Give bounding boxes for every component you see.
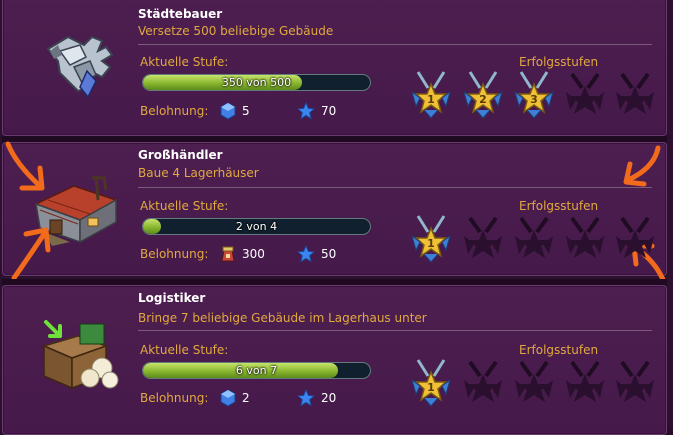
medal-earned-icon: 2 (460, 70, 506, 122)
medal-locked-icon (562, 70, 608, 122)
medal-earned-icon: 1 (408, 358, 454, 410)
medal-locked-icon (562, 358, 608, 410)
reward-gems-value: 5 (242, 104, 250, 118)
achievement-description: Baue 4 Lagerhäuser (138, 166, 259, 180)
achievements-list: Städtebauer Versetze 500 beliebige Gebäu… (0, 0, 673, 435)
current-level-label: Aktuelle Stufe: (140, 55, 229, 69)
annotation-arrow-icon (623, 145, 661, 187)
reward-points-value: 70 (321, 104, 337, 118)
svg-text:1: 1 (427, 237, 435, 250)
medal-locked-icon (612, 70, 658, 122)
reward-points-value: 50 (321, 247, 337, 261)
goods-sack-icon (221, 246, 235, 262)
progress-text: 6 von 7 (235, 364, 278, 377)
annotation-arrow-icon (5, 141, 45, 191)
medal-earned-icon: 1 (408, 214, 454, 266)
achievement-levels-label: Erfolgsstufen (519, 55, 599, 69)
current-level-label: Aktuelle Stufe: (140, 343, 229, 357)
svg-text:1: 1 (427, 93, 435, 106)
storage-crate-icon (41, 320, 119, 390)
divider (138, 44, 652, 45)
svg-text:1: 1 (427, 381, 435, 394)
svg-text:2: 2 (479, 93, 487, 106)
medal-locked-icon (511, 358, 557, 410)
reward-gems: 5 (220, 102, 250, 120)
reward-gems: 2 (220, 389, 250, 407)
progress-bar: 350 von 500 (142, 74, 371, 91)
current-level-label: Aktuelle Stufe: (140, 199, 229, 213)
reward-points-value: 20 (321, 391, 337, 405)
divider (138, 187, 652, 188)
reward-goods: 300 (220, 245, 265, 263)
reward-label: Belohnung: (140, 104, 209, 118)
progress-text: 350 von 500 (221, 76, 292, 89)
svg-text:3: 3 (530, 93, 538, 106)
medal-locked-icon (460, 214, 506, 266)
achievement-description: Versetze 500 beliebige Gebäude (138, 24, 334, 38)
medal-locked-icon (460, 358, 506, 410)
achievement-description: Bringe 7 beliebige Gebäude im Lagerhaus … (138, 311, 427, 325)
star-icon (297, 245, 315, 263)
divider (138, 330, 652, 331)
gem-icon (220, 102, 236, 120)
achievement-levels-label: Erfolgsstufen (519, 199, 599, 213)
achievement-title: Logistiker (138, 291, 206, 305)
progress-text: 2 von 4 (235, 220, 278, 233)
medal-locked-icon (511, 214, 557, 266)
reward-points: 70 (297, 102, 336, 120)
reward-label: Belohnung: (140, 391, 209, 405)
reward-gems-value: 2 (242, 391, 250, 405)
progress-bar: 6 von 7 (142, 362, 371, 379)
gauntlet-icon (46, 35, 114, 99)
medal-locked-icon (562, 214, 608, 266)
annotation-arrow-icon (11, 227, 51, 281)
reward-label: Belohnung: (140, 247, 209, 261)
reward-goods-value: 300 (242, 247, 265, 261)
achievement-title: Städtebauer (138, 7, 223, 21)
reward-points: 20 (297, 389, 336, 407)
achievement-levels-label: Erfolgsstufen (519, 343, 599, 357)
achievement-title: Großhändler (138, 148, 223, 162)
star-icon (297, 102, 315, 120)
medal-earned-icon: 3 (511, 70, 557, 122)
medal-earned-icon: 1 (408, 70, 454, 122)
progress-bar: 2 von 4 (142, 218, 371, 235)
medal-locked-icon (612, 214, 658, 266)
gem-icon (220, 389, 236, 407)
reward-points: 50 (297, 245, 336, 263)
medal-locked-icon (612, 358, 658, 410)
star-icon (297, 389, 315, 407)
